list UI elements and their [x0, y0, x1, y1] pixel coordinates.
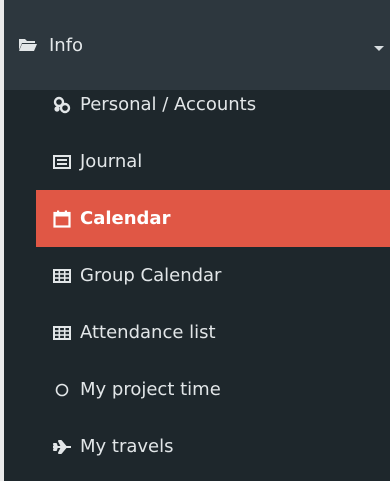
calendar-icon	[52, 210, 72, 228]
chevron-down-icon[interactable]	[374, 46, 384, 51]
folder-open-icon	[18, 37, 38, 53]
menu-item-label: Calendar	[80, 208, 171, 229]
menu-item-label: My travels	[80, 436, 174, 457]
menu-item-my-project-time[interactable]: My project time	[4, 361, 390, 418]
menu-item-attendance-list[interactable]: Attendance list	[4, 304, 390, 361]
circle-icon	[52, 381, 72, 399]
plane-icon	[52, 438, 72, 456]
menu-item-label: My project time	[80, 379, 221, 400]
link-icon	[52, 96, 72, 114]
grid-icon	[52, 267, 72, 285]
menu-item-label: Journal	[80, 151, 143, 172]
menu-item-label: Personal / Accounts	[80, 94, 257, 115]
menu-item-label: Group Calendar	[80, 265, 222, 286]
menu-item-label: Attendance list	[80, 322, 216, 343]
menu-item-group-calendar[interactable]: Group Calendar	[4, 247, 390, 304]
menu-items: Personal / Accounts Journal Calendar Gro…	[4, 76, 390, 475]
menu-item-personal-accounts[interactable]: Personal / Accounts	[4, 76, 390, 133]
grid-icon	[52, 324, 72, 342]
menu-item-journal[interactable]: Journal	[4, 133, 390, 190]
menu-item-my-travels[interactable]: My travels	[4, 418, 390, 475]
journal-icon	[52, 153, 72, 171]
sidebar-menu: Info Personal / Accounts Journal Calenda…	[0, 0, 390, 481]
menu-item-calendar[interactable]: Calendar	[36, 190, 390, 247]
menu-group-label: Info	[49, 34, 84, 56]
